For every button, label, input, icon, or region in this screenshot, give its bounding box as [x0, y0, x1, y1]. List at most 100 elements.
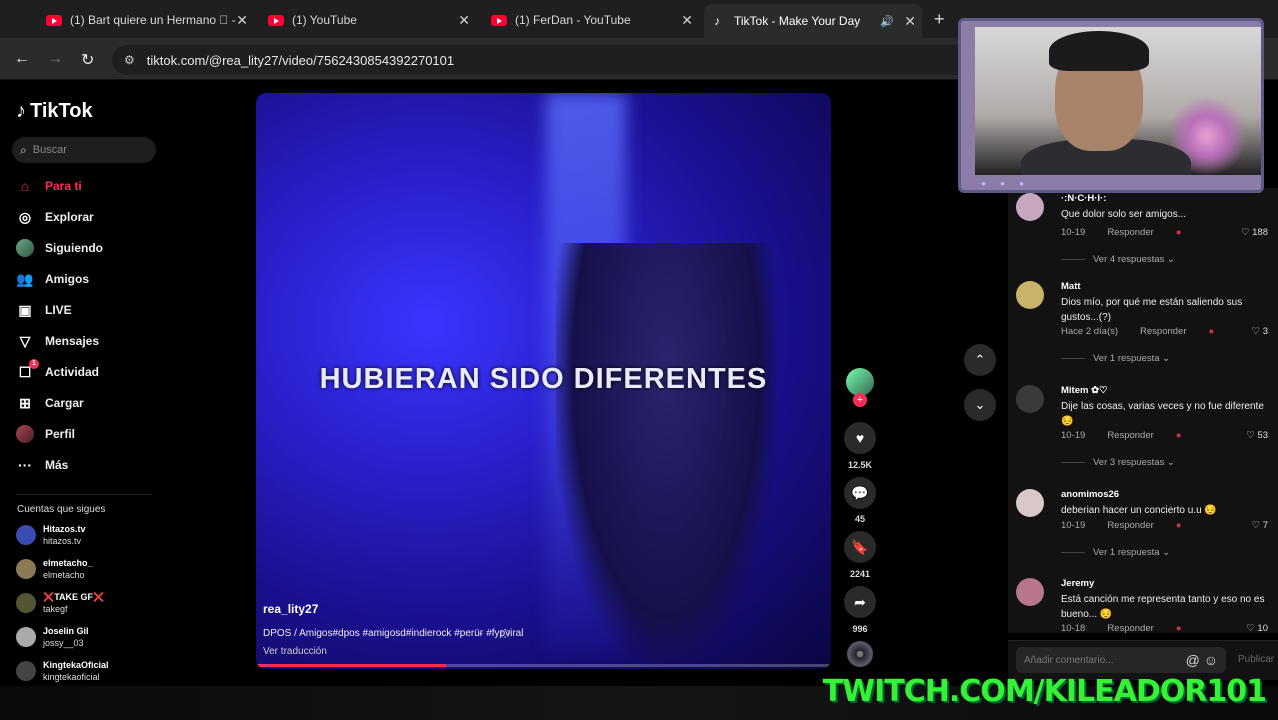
- avatar[interactable]: [1016, 385, 1044, 413]
- emoji-icon[interactable]: ☺: [1204, 652, 1218, 668]
- view-replies-button[interactable]: Ver 1 respuesta ⌄: [1061, 353, 1170, 364]
- sidebar-item-amigos[interactable]: 👥 Amigos: [16, 270, 89, 288]
- reply-button[interactable]: Responder: [1107, 520, 1153, 531]
- avatar[interactable]: [1016, 578, 1044, 606]
- avatar: [16, 593, 36, 613]
- creator-liked-icon: ●: [1208, 326, 1215, 337]
- comment-like-count: 10: [1257, 623, 1268, 633]
- following-handle: hitazos.tv: [43, 536, 82, 546]
- reload-icon[interactable]: ↻: [81, 50, 94, 70]
- sidebar-item-cargar[interactable]: ⊞ Cargar: [16, 394, 84, 412]
- comment-author[interactable]: Mitem ✿♡: [1061, 385, 1108, 396]
- comment-author[interactable]: Matt: [1061, 281, 1081, 292]
- following-item[interactable]: ❌TAKE GF❌ takegf: [16, 591, 104, 615]
- youtube-icon: [46, 14, 62, 26]
- following-item[interactable]: Hitazos.tv hitazos.tv: [16, 523, 86, 547]
- view-replies-label: Ver 4 respuestas: [1093, 254, 1165, 265]
- reply-button[interactable]: Responder: [1107, 623, 1153, 633]
- view-replies-button[interactable]: Ver 1 respuesta ⌄: [1061, 547, 1170, 558]
- chevron-down-icon[interactable]: ⌄: [964, 389, 996, 421]
- following-name: Joselin Gil: [43, 626, 89, 636]
- video-player[interactable]: HUBIERAN SIDO DIFERENTES rea_lity27 DPOS…: [256, 93, 831, 669]
- following-item[interactable]: elmetacho_ elmetacho: [16, 557, 93, 581]
- mention-icon[interactable]: @: [1186, 652, 1200, 668]
- comment-text: Está canción me representa tanto y eso n…: [1061, 594, 1265, 620]
- comment-like-button[interactable]: ♡ 10: [1246, 623, 1268, 633]
- follow-plus-icon[interactable]: +: [853, 393, 867, 407]
- tab-ferdan[interactable]: (1) FerDan - YouTube ✕: [481, 6, 699, 34]
- sidebar-item-mensajes[interactable]: ▽ Mensajes: [16, 332, 99, 350]
- comment-meta: 10-18 Responder ●: [1061, 623, 1182, 633]
- comment-like-button[interactable]: ♡ 188: [1241, 227, 1268, 238]
- speaker-icon[interactable]: 🔊: [880, 15, 894, 28]
- following-name: Hitazos.tv: [43, 524, 86, 534]
- comment-author[interactable]: Jeremy: [1061, 578, 1094, 589]
- close-icon[interactable]: ✕: [681, 12, 693, 29]
- activity-badge: 1: [29, 359, 39, 369]
- sidebar-item-label: Siguiendo: [45, 241, 103, 255]
- sidebar-item-actividad[interactable]: ☐ 1 Actividad: [16, 359, 99, 381]
- view-replies-button[interactable]: Ver 4 respuestas ⌄: [1061, 254, 1175, 265]
- comment-like-button[interactable]: ♡ 53: [1246, 430, 1268, 441]
- heart-icon[interactable]: ♥: [844, 422, 876, 454]
- sidebar-item-perfil[interactable]: Perfil: [16, 425, 75, 443]
- youtube-icon: [491, 14, 507, 26]
- following-item[interactable]: KingtekaOficial kingtekaoficial: [16, 659, 109, 683]
- twitch-watermark: TWITCH.COM/KILEADOR101: [822, 674, 1267, 709]
- sidebar-item-live[interactable]: ▣ LIVE: [16, 301, 71, 319]
- comment-icon[interactable]: 💬: [844, 477, 876, 509]
- avatar[interactable]: [1016, 489, 1044, 517]
- view-replies-button[interactable]: Ver 3 respuestas ⌄: [1061, 457, 1175, 468]
- creator-liked-icon: ●: [1175, 430, 1182, 441]
- forward-icon[interactable]: →: [47, 50, 63, 68]
- url-field[interactable]: ⚙ tiktok.com/@rea_lity27/video/756243085…: [112, 45, 972, 75]
- close-icon[interactable]: ✕: [458, 12, 470, 29]
- comment-text: Dije las cosas, varias veces y no fue di…: [1061, 401, 1264, 427]
- sidebar-item-siguiendo[interactable]: Siguiendo: [16, 239, 103, 257]
- tab-bart[interactable]: (1) Bart quiere un Hermano 🏻 - ✕: [36, 6, 254, 34]
- reply-button[interactable]: Responder: [1107, 227, 1153, 238]
- comment-like-button[interactable]: ♡ 7: [1252, 520, 1268, 531]
- video-author[interactable]: rea_lity27: [263, 602, 318, 616]
- author-avatar[interactable]: [846, 368, 874, 396]
- reply-button[interactable]: Responder: [1140, 326, 1186, 337]
- comment-author[interactable]: ·:N·C·H·I·:: [1061, 193, 1106, 204]
- avatar: [16, 525, 36, 545]
- live-icon: ▣: [18, 301, 32, 318]
- streamer-hair: [1049, 31, 1149, 71]
- sidebar-item-label: Perfil: [45, 427, 76, 441]
- creator-liked-icon: ●: [1175, 623, 1182, 633]
- close-icon[interactable]: ✕: [904, 13, 916, 30]
- avatar[interactable]: [1016, 281, 1044, 309]
- comment-like-button[interactable]: ♡ 3: [1252, 326, 1268, 337]
- tab-tiktok[interactable]: ♪ TikTok - Make Your Day 🔊 ✕: [704, 4, 922, 38]
- search-input[interactable]: ⌕ Buscar: [12, 137, 156, 163]
- comment-input[interactable]: Añadir comentario... @ ☺: [1016, 647, 1226, 673]
- site-info-icon[interactable]: ⚙: [124, 53, 135, 67]
- sidebar-item-explorar[interactable]: ◎ Explorar: [16, 208, 94, 226]
- reply-button[interactable]: Responder: [1107, 430, 1153, 441]
- sidebar-item-label: Más: [45, 458, 69, 472]
- back-icon[interactable]: ←: [14, 50, 30, 68]
- share-icon[interactable]: ➦: [844, 586, 876, 618]
- publish-button[interactable]: Publicar: [1238, 654, 1274, 665]
- chevron-up-icon[interactable]: ⌃: [964, 344, 996, 376]
- sidebar-item-para-ti[interactable]: ⌂ Para ti: [16, 177, 82, 195]
- comment-like-count: 7: [1262, 520, 1268, 531]
- avatar[interactable]: [1016, 193, 1044, 221]
- tiktok-logo[interactable]: ♪ TikTok: [16, 100, 93, 123]
- bookmark-icon[interactable]: 🔖: [844, 531, 876, 563]
- music-disc-icon[interactable]: [847, 641, 873, 667]
- new-tab-icon[interactable]: +: [934, 9, 945, 30]
- like-count: 12.5K: [847, 460, 873, 470]
- comment-date: 10-18: [1061, 623, 1086, 633]
- comment-text: Dios mío, por qué me están saliendo sus …: [1061, 297, 1243, 323]
- video-progress-bar[interactable]: [256, 664, 831, 667]
- tab-youtube[interactable]: (1) YouTube ✕: [258, 6, 476, 34]
- comment-author[interactable]: anomimos26: [1061, 489, 1119, 500]
- following-item[interactable]: Joselin Gil jossy__03: [16, 625, 89, 649]
- sidebar-item-mas[interactable]: ··· Más: [16, 456, 68, 474]
- comment-like-count: 3: [1262, 326, 1268, 337]
- close-icon[interactable]: ✕: [236, 12, 248, 29]
- translate-link[interactable]: Ver traducción: [263, 646, 327, 657]
